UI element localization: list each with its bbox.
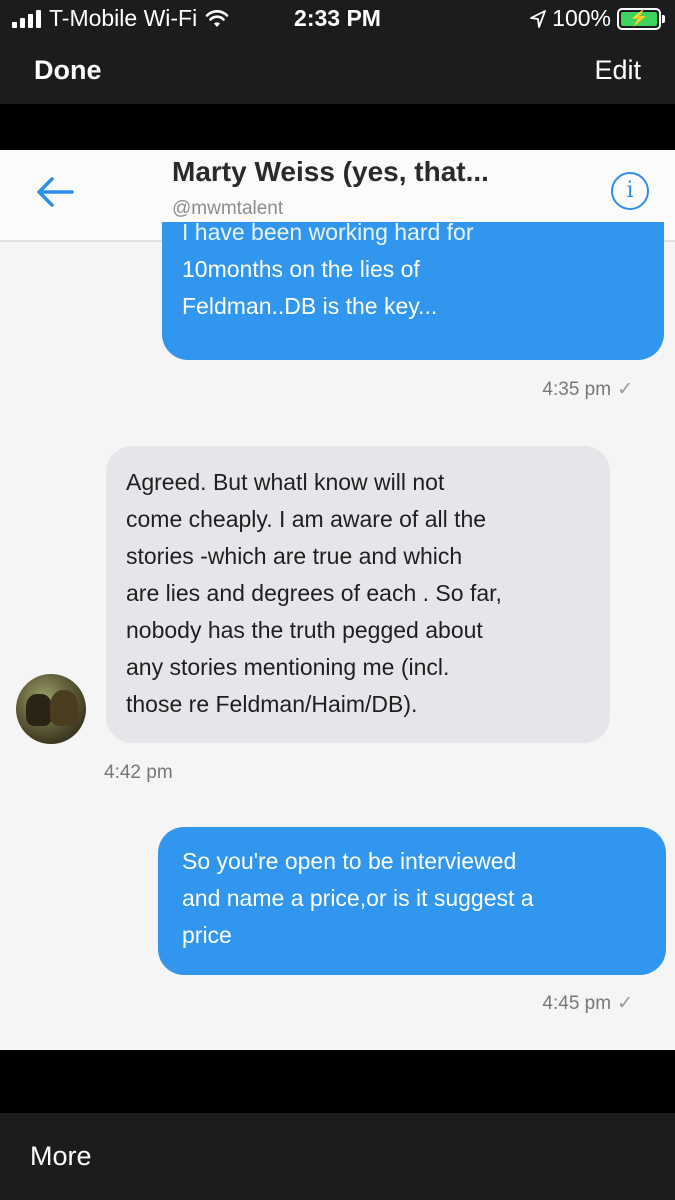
message-line: any stories mentioning me (incl. bbox=[126, 654, 450, 680]
message-timestamp: 4:35 pm ✓ bbox=[542, 378, 633, 401]
message-timestamp: 4:45 pm ✓ bbox=[542, 992, 633, 1015]
message-line: and name a price,or is it suggest a bbox=[182, 885, 534, 911]
sent-check-icon: ✓ bbox=[617, 379, 633, 400]
status-bar: T-Mobile Wi-Fi 2:33 PM 100% ⚡ bbox=[0, 0, 675, 36]
back-arrow-icon bbox=[37, 177, 74, 207]
status-right: 100% ⚡ bbox=[530, 5, 665, 32]
contact-avatar bbox=[16, 674, 86, 744]
battery-icon: ⚡ bbox=[617, 7, 665, 30]
timestamp-text: 4:45 pm bbox=[542, 993, 612, 1014]
done-button[interactable]: Done bbox=[34, 55, 102, 86]
info-icon: i bbox=[611, 172, 649, 210]
message-line: So you're open to be interviewed bbox=[182, 848, 517, 874]
message-bubble-incoming: Agreed. But whatl know will not come che… bbox=[106, 446, 610, 743]
message-bubble-outgoing: So you're open to be interviewed and nam… bbox=[158, 827, 666, 975]
contact-name: Marty Weiss (yes, that... bbox=[172, 156, 489, 187]
photo-viewer-top-bar: T-Mobile Wi-Fi 2:33 PM 100% ⚡ Done Edit bbox=[0, 0, 675, 104]
more-button[interactable]: More bbox=[30, 1141, 92, 1172]
timestamp-text: 4:35 pm bbox=[542, 379, 612, 400]
message-line: 10months on the lies of bbox=[182, 256, 420, 282]
photo-viewer-bottom-bar: More bbox=[0, 1113, 675, 1200]
message-line: Agreed. But whatl know will not bbox=[126, 469, 445, 495]
screenshot-image: Marty Weiss (yes, that... @mwmtalent i I… bbox=[0, 150, 675, 1050]
message-line: stories -which are true and which bbox=[126, 543, 463, 569]
message-line: I have been working hard for bbox=[182, 219, 474, 245]
message-line: price bbox=[182, 922, 232, 948]
battery-percent: 100% bbox=[552, 5, 611, 31]
message-line: nobody has the truth pegged about bbox=[126, 617, 483, 643]
message-line: Feldman..DB is the key... bbox=[182, 293, 438, 319]
sent-check-icon: ✓ bbox=[617, 993, 633, 1014]
message-line: come cheaply. I am aware of all the bbox=[126, 506, 487, 532]
message-line: are lies and degrees of each . So far, bbox=[126, 580, 502, 606]
message-bubble-outgoing: I have been working hard for 10months on… bbox=[162, 219, 664, 360]
message-timestamp: 4:42 pm bbox=[104, 762, 173, 783]
edit-button[interactable]: Edit bbox=[594, 55, 641, 86]
charging-bolt-icon: ⚡ bbox=[629, 9, 649, 27]
location-arrow-icon bbox=[530, 9, 547, 28]
message-line: those re Feldman/Haim/DB). bbox=[126, 691, 418, 717]
